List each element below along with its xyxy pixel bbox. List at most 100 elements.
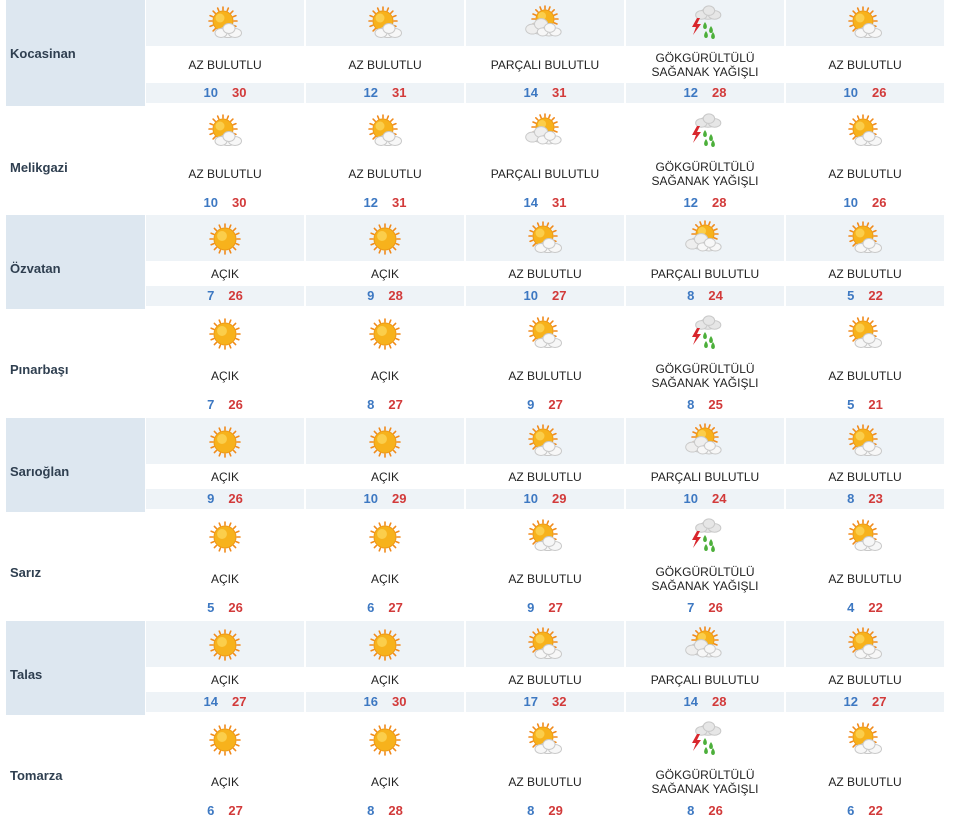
temperature-range: 17 32 (466, 692, 624, 712)
thunderstorm-shower-icon (685, 314, 725, 354)
min-temperature: 10 (523, 288, 538, 303)
weather-description-line: AZ BULUTLU (508, 774, 582, 789)
weather-description-line: AÇIK (210, 672, 239, 687)
weather-description-line: AZ BULUTLU (828, 368, 902, 383)
weather-description: GÖKGÜRÜLTÜLÜ SAĞANAK YAĞIŞLI (626, 768, 784, 796)
weather-icon-area (786, 621, 944, 667)
weather-description: AÇIK (146, 572, 304, 586)
weather-description: GÖKGÜRÜLTÜLÜ SAĞANAK YAĞIŞLI (626, 51, 784, 79)
weather-description-line: AZ BULUTLU (828, 469, 902, 484)
temperature-range: 8 26 (626, 801, 784, 821)
temperature-range: 9 26 (146, 489, 304, 509)
max-temperature: 27 (228, 803, 243, 818)
district-row: Pınarbaşı AÇIK 7 26 AÇIK 8 27 AZ BULUTLU 9 27 GÖKG… (0, 310, 965, 416)
temperature-range: 10 29 (466, 489, 624, 509)
forecast-day-cell: AZ BULUTLU 10 26 (786, 0, 944, 106)
forecast-day-cell: AZ BULUTLU 17 32 (466, 621, 624, 715)
max-temperature: 26 (872, 85, 887, 100)
min-temperature: 14 (523, 195, 538, 210)
min-temperature: 10 (203, 85, 218, 100)
min-temperature: 8 (687, 288, 695, 303)
min-temperature: 7 (687, 600, 695, 615)
district-row: Sarıoğlan AÇIK 9 26 AÇIK 10 29 AZ BULUTLU 10 29 PA… (0, 418, 965, 512)
weather-description-line: AZ BULUTLU (828, 57, 902, 72)
min-temperature: 10 (843, 195, 858, 210)
forecast-day-cell: AÇIK 8 27 (306, 310, 464, 416)
max-temperature: 29 (392, 491, 407, 506)
min-temperature: 4 (847, 600, 855, 615)
min-temperature: 9 (527, 397, 535, 412)
sun-icon (365, 422, 405, 462)
partly-sunny-icon (525, 517, 565, 557)
min-temperature: 6 (367, 600, 375, 615)
min-temperature: 8 (527, 803, 535, 818)
min-temperature: 9 (367, 288, 375, 303)
weather-description: AZ BULUTLU (786, 58, 944, 72)
weather-description-line: AZ BULUTLU (828, 672, 902, 687)
district-name: Sarız (10, 565, 42, 580)
partly-sunny-icon (845, 219, 885, 259)
temperature-range: 6 22 (786, 801, 944, 821)
forecast-day-cell: AÇIK 9 28 (306, 215, 464, 309)
max-temperature: 30 (232, 195, 247, 210)
forecast-day-cell: AZ BULUTLU 4 22 (786, 513, 944, 619)
sun-icon (205, 625, 245, 665)
weather-description-line: PARÇALI BULUTLU (490, 57, 600, 72)
weather-description-line: AZ BULUTLU (828, 571, 902, 586)
weather-description-line: SAĞANAK YAĞIŞLI (651, 578, 759, 593)
max-temperature: 23 (868, 491, 883, 506)
min-temperature: 14 (683, 694, 698, 709)
thunderstorm-shower-icon (685, 112, 725, 152)
min-temperature: 10 (523, 491, 538, 506)
max-temperature: 21 (868, 397, 883, 412)
weather-description: GÖKGÜRÜLTÜLÜ SAĞANAK YAĞIŞLI (626, 160, 784, 188)
forecast-day-cell: AZ BULUTLU 12 31 (306, 108, 464, 214)
forecast-day-cell: GÖKGÜRÜLTÜLÜ SAĞANAK YAĞIŞLI 7 26 (626, 513, 784, 619)
max-temperature: 26 (708, 803, 723, 818)
max-temperature: 26 (228, 491, 243, 506)
weather-description: AZ BULUTLU (786, 470, 944, 484)
max-temperature: 29 (548, 803, 563, 818)
min-temperature: 8 (847, 491, 855, 506)
max-temperature: 27 (388, 397, 403, 412)
max-temperature: 28 (712, 694, 727, 709)
min-temperature: 10 (843, 85, 858, 100)
forecast-day-cell: GÖKGÜRÜLTÜLÜ SAĞANAK YAĞIŞLI 12 28 (626, 0, 784, 106)
max-temperature: 27 (552, 288, 567, 303)
weather-icon-area (146, 418, 304, 464)
weather-description: AZ BULUTLU (786, 775, 944, 789)
weather-description-line: SAĞANAK YAĞIŞLI (651, 375, 759, 390)
temperature-range: 14 31 (466, 193, 624, 213)
weather-description-line: AZ BULUTLU (188, 166, 262, 181)
weather-description: GÖKGÜRÜLTÜLÜ SAĞANAK YAĞIŞLI (626, 565, 784, 593)
weather-description-line: PARÇALI BULUTLU (650, 266, 760, 281)
forecast-day-cell: AZ BULUTLU 10 30 (146, 108, 304, 214)
weather-description: AÇIK (306, 572, 464, 586)
weather-description: AZ BULUTLU (786, 673, 944, 687)
max-temperature: 22 (868, 288, 883, 303)
weather-icon-area (466, 310, 624, 356)
temperature-range: 6 27 (146, 801, 304, 821)
forecast-day-cell: AZ BULUTLU 10 30 (146, 0, 304, 106)
temperature-range: 10 24 (626, 489, 784, 509)
partly-sunny-icon (845, 112, 885, 152)
weather-description-line: AZ BULUTLU (508, 368, 582, 383)
forecast-day-cell: AÇIK 16 30 (306, 621, 464, 715)
weather-icon-area (146, 621, 304, 667)
forecast-day-cell: PARÇALI BULUTLU 8 24 (626, 215, 784, 309)
weather-icon-area (466, 108, 624, 154)
weather-description-line: AZ BULUTLU (508, 672, 582, 687)
forecast-day-cell: AÇIK 5 26 (146, 513, 304, 619)
temperature-range: 12 31 (306, 83, 464, 103)
partly-sunny-icon (845, 422, 885, 462)
partly-sunny-icon (845, 625, 885, 665)
weather-icon-area (786, 418, 944, 464)
weather-description-line: AÇIK (210, 774, 239, 789)
temperature-range: 10 30 (146, 193, 304, 213)
weather-icon-area (626, 716, 784, 762)
forecast-day-cell: AZ BULUTLU 6 22 (786, 716, 944, 822)
max-temperature: 26 (228, 397, 243, 412)
max-temperature: 22 (868, 803, 883, 818)
weather-description: PARÇALI BULUTLU (466, 167, 624, 181)
district-row: Sarız AÇIK 5 26 AÇIK 6 27 AZ BULUTLU 9 27 GÖKGÜRÜL… (0, 513, 965, 619)
